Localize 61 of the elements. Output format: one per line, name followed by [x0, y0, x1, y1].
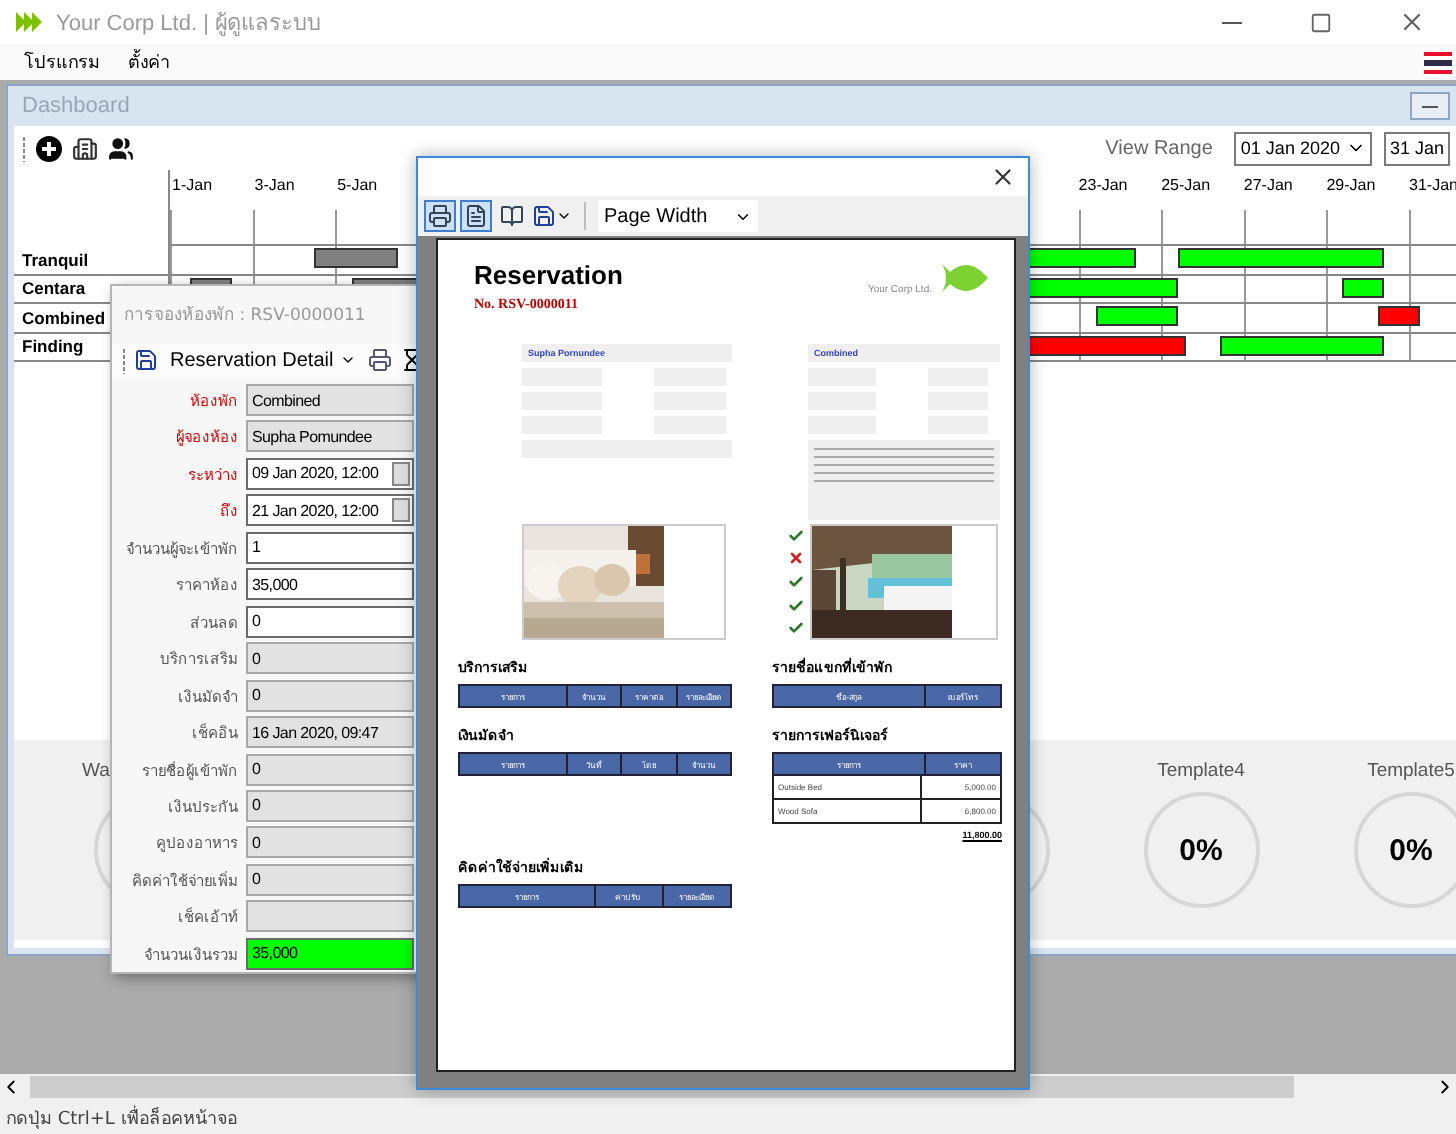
report-title: Reservation [474, 260, 623, 290]
end-date-select[interactable]: 31 Jan [1383, 131, 1450, 165]
dashboard-title: Dashboard [20, 94, 132, 118]
booking-bar[interactable] [1342, 277, 1385, 297]
toolbar-button[interactable] [496, 200, 528, 232]
date-field[interactable]: 09 Jan 2020, 12:00 [246, 457, 414, 490]
save-button[interactable] [134, 348, 158, 373]
minimize-icon [1221, 21, 1241, 23]
zoom-select[interactable]: Page Width [598, 200, 758, 232]
export-button[interactable] [532, 204, 572, 228]
booking-bar[interactable] [1095, 306, 1178, 326]
date-label: 23-Jan [1078, 176, 1128, 194]
date-label: 5-Jan [337, 176, 378, 194]
users-icon [108, 135, 134, 161]
gauge-label: Template5 [1367, 760, 1455, 786]
minimize-button[interactable] [1410, 92, 1450, 120]
booking-bar[interactable] [1177, 248, 1385, 268]
window-title: Your Corp Ltd. | ผู้ดูแลระบบ [56, 10, 323, 40]
input-field[interactable]: 35,000 [246, 937, 414, 970]
print-button[interactable] [367, 348, 392, 373]
date-field[interactable]: 21 Jan 2020, 12:00 [246, 494, 414, 527]
printer-icon [428, 204, 452, 228]
gauge-value: 0% [1179, 833, 1223, 867]
gauge-label: Template4 [1157, 760, 1245, 786]
toolbar-button[interactable] [460, 200, 492, 232]
maximize-icon [1310, 11, 1332, 33]
building-button[interactable] [72, 135, 98, 161]
date-label: 1-Jan [172, 176, 213, 194]
book-icon [500, 204, 524, 228]
add-button[interactable] [36, 135, 62, 161]
input-field[interactable]: 0 [246, 605, 414, 638]
add-icon [36, 135, 62, 161]
gauge-label: Wa [82, 760, 110, 786]
close-button[interactable] [990, 164, 1016, 190]
flag-icon[interactable] [1424, 51, 1452, 73]
menu-item[interactable]: ตั้งค่า [116, 44, 186, 80]
input-field[interactable]: 35,000 [246, 568, 414, 601]
toolbar-button[interactable] [424, 200, 456, 232]
booking-bar[interactable] [1219, 335, 1385, 355]
logo-icon [16, 12, 44, 32]
date-label: 29-Jan [1326, 176, 1376, 194]
fish-logo-icon [938, 260, 990, 296]
save-icon [134, 348, 158, 373]
menu-item[interactable]: โปรแกรม [12, 44, 116, 80]
minimize-icon [1422, 105, 1438, 107]
date-label: 3-Jan [254, 176, 295, 194]
date-label: 25-Jan [1161, 176, 1211, 194]
users-button[interactable] [108, 135, 134, 161]
room-label: Tranquil [14, 246, 170, 275]
caret-icon [556, 208, 572, 224]
close-icon [990, 164, 1016, 190]
start-date-select[interactable]: 01 Jan 2020 [1234, 131, 1372, 165]
view-range-label: View Range [1105, 137, 1213, 159]
status-text: กดปุ่ม Ctrl+L เพื่อล็อคหน้าจอ [6, 1103, 239, 1131]
gauge-value: 0% [1389, 833, 1433, 867]
date-label: 27-Jan [1243, 176, 1293, 194]
input-field[interactable]: 1 [246, 531, 414, 564]
building-icon [72, 135, 98, 161]
save-icon [532, 204, 556, 228]
printer-icon [367, 348, 392, 373]
page-icon [464, 204, 488, 228]
